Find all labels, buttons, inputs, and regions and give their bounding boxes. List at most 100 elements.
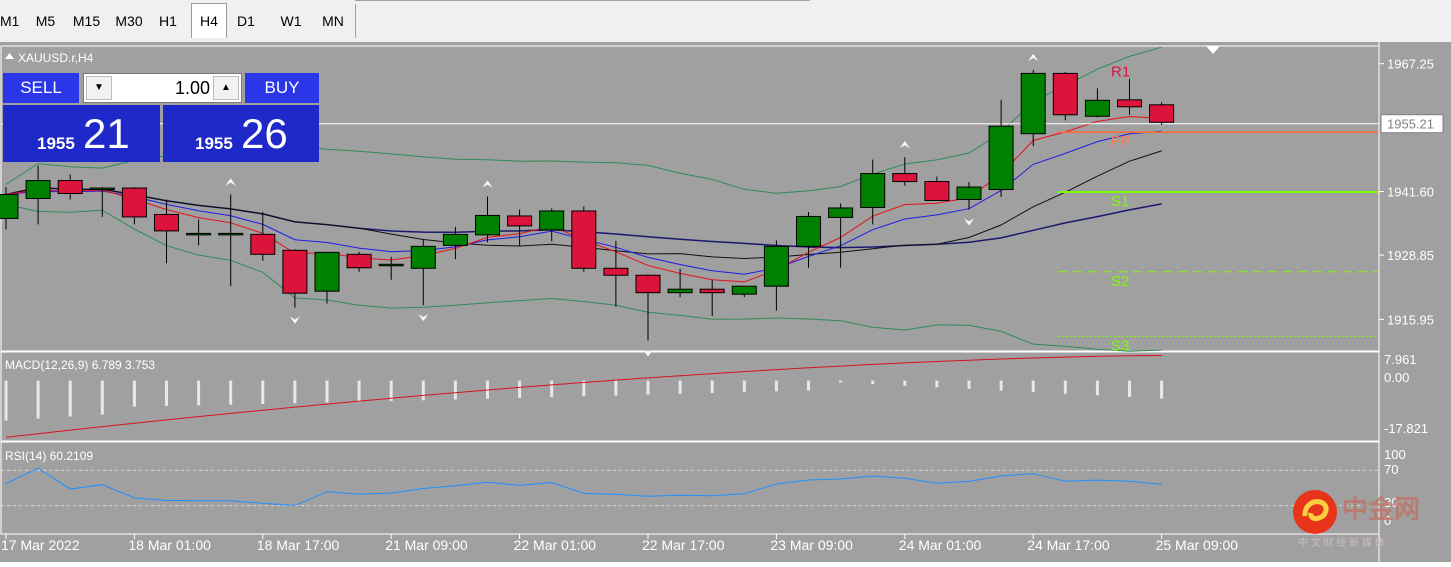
candle-body — [346, 253, 372, 269]
watermark-title: 中金网 — [1342, 494, 1420, 524]
price-label: 1928.85 — [1387, 248, 1434, 263]
one-click-trading-panel: SELL ▼ ▲ BUY 1955 21 1955 26 — [3, 73, 319, 162]
candle — [1084, 88, 1110, 118]
timeframe-m15-button[interactable]: M15 — [70, 4, 103, 38]
pivot-s1-label: S1 — [1111, 193, 1129, 210]
candle — [121, 187, 147, 225]
pivot-s3-label: S3 — [1111, 338, 1129, 355]
candle-body — [956, 186, 982, 200]
candle-body — [25, 180, 51, 199]
candle-body — [1149, 104, 1175, 123]
price-label: 1915.95 — [1387, 312, 1434, 327]
time-label: 23 Mar 09:00 — [770, 537, 853, 553]
buy-price-prefix: 1955 — [195, 134, 233, 153]
candle — [154, 199, 179, 264]
lot-stepper[interactable]: ▼ ▲ — [83, 73, 242, 103]
candle-body — [154, 213, 179, 232]
toolbar-divider — [355, 0, 810, 1]
rsi-line — [5, 467, 1162, 506]
candle — [1020, 69, 1046, 147]
candle-body — [0, 194, 19, 219]
watermark-logo-icon — [1293, 490, 1337, 534]
candle — [763, 240, 789, 311]
sell-button[interactable]: SELL — [3, 73, 79, 103]
timeframe-toolbar: M1 M5 M15 M30 H1 H4 D1 W1 MN — [0, 0, 1451, 43]
fractal-down-arrow-icon — [963, 218, 975, 226]
time-label: 18 Mar 17:00 — [257, 537, 340, 553]
sell-price-button[interactable]: 1955 21 — [3, 105, 160, 162]
candle — [1149, 102, 1175, 125]
candle — [410, 239, 436, 306]
candle — [378, 256, 404, 280]
buy-price-button[interactable]: 1955 26 — [163, 105, 319, 162]
macd-scale-label: 7.961 — [1384, 352, 1417, 367]
buy-button[interactable]: BUY — [245, 73, 319, 103]
sell-price-pips: 21 — [83, 110, 130, 157]
candle-body — [475, 214, 500, 236]
lot-input[interactable] — [114, 76, 210, 100]
macd-panel-frame — [0, 351, 1380, 442]
candle — [186, 219, 212, 246]
candle — [667, 268, 693, 298]
candle-body — [57, 180, 83, 195]
pivot-pp-label: PP — [1111, 133, 1131, 150]
candle — [956, 182, 982, 210]
timeframe-w1-button[interactable]: W1 — [276, 4, 306, 38]
candle-body — [603, 267, 629, 276]
candle — [892, 157, 918, 186]
watermark-logo: 中金网 中 文 财 经 新 媒 体 — [1292, 490, 1447, 557]
candle — [635, 274, 661, 341]
candle — [57, 174, 83, 200]
candle-body — [410, 245, 436, 269]
rsi-scale-label: 100 — [1384, 447, 1406, 462]
time-label: 17 Mar 2022 — [1, 537, 80, 553]
candle — [314, 251, 340, 304]
lot-decrease-button[interactable]: ▼ — [86, 76, 112, 100]
macd-signal-line — [5, 355, 1162, 438]
fractal-up-arrow-icon — [899, 140, 911, 149]
candle — [25, 165, 51, 225]
rsi-label: RSI(14) 60.2109 — [5, 449, 93, 463]
timeframe-m30-button[interactable]: M30 — [112, 4, 146, 38]
candle — [988, 99, 1014, 198]
candle-body — [667, 288, 693, 294]
candle — [539, 208, 565, 242]
candle — [924, 176, 950, 201]
candle-body — [828, 207, 854, 218]
candle-body — [121, 187, 147, 218]
candle — [346, 251, 372, 272]
candle — [1052, 71, 1078, 121]
toolbar-separator — [355, 4, 356, 38]
candle — [731, 285, 757, 298]
candle-body — [988, 125, 1014, 191]
timeframe-d1-button[interactable]: D1 — [231, 4, 261, 38]
timeframe-m1-button[interactable]: M1 — [0, 4, 19, 38]
candle-body — [635, 274, 661, 294]
time-label: 22 Mar 01:00 — [514, 537, 597, 553]
price-label: 1941.60 — [1387, 185, 1434, 200]
symbol-label: XAUUSD.r,H4 — [18, 51, 94, 65]
timeframe-mn-button[interactable]: MN — [316, 4, 350, 38]
fractal-down-arrow-icon — [418, 313, 429, 322]
candle-body — [731, 285, 757, 295]
candle-body — [442, 233, 468, 246]
rsi-panel-frame — [0, 441, 1380, 535]
candle-body — [186, 232, 212, 236]
candle — [250, 211, 276, 261]
time-label: 24 Mar 17:00 — [1027, 537, 1110, 553]
fractal-up-arrow-icon — [482, 180, 493, 188]
candle — [699, 280, 725, 317]
chart-shift-marker-icon[interactable] — [1206, 46, 1220, 54]
time-label: 21 Mar 09:00 — [385, 537, 468, 553]
collapse-triangle-icon[interactable] — [5, 53, 14, 59]
lot-increase-button[interactable]: ▲ — [213, 76, 239, 100]
candle-body — [282, 249, 308, 294]
time-label: 18 Mar 01:00 — [128, 537, 211, 553]
timeframe-h1-button[interactable]: H1 — [155, 4, 181, 38]
timeframe-m5-button[interactable]: M5 — [31, 4, 60, 38]
watermark-subtitle: 中 文 财 经 新 媒 体 — [1298, 536, 1385, 549]
candle-body — [314, 251, 340, 292]
timeframe-h4-button[interactable]: H4 — [191, 3, 227, 38]
macd-scale-label: -17.821 — [1384, 421, 1428, 436]
candle — [828, 203, 854, 268]
